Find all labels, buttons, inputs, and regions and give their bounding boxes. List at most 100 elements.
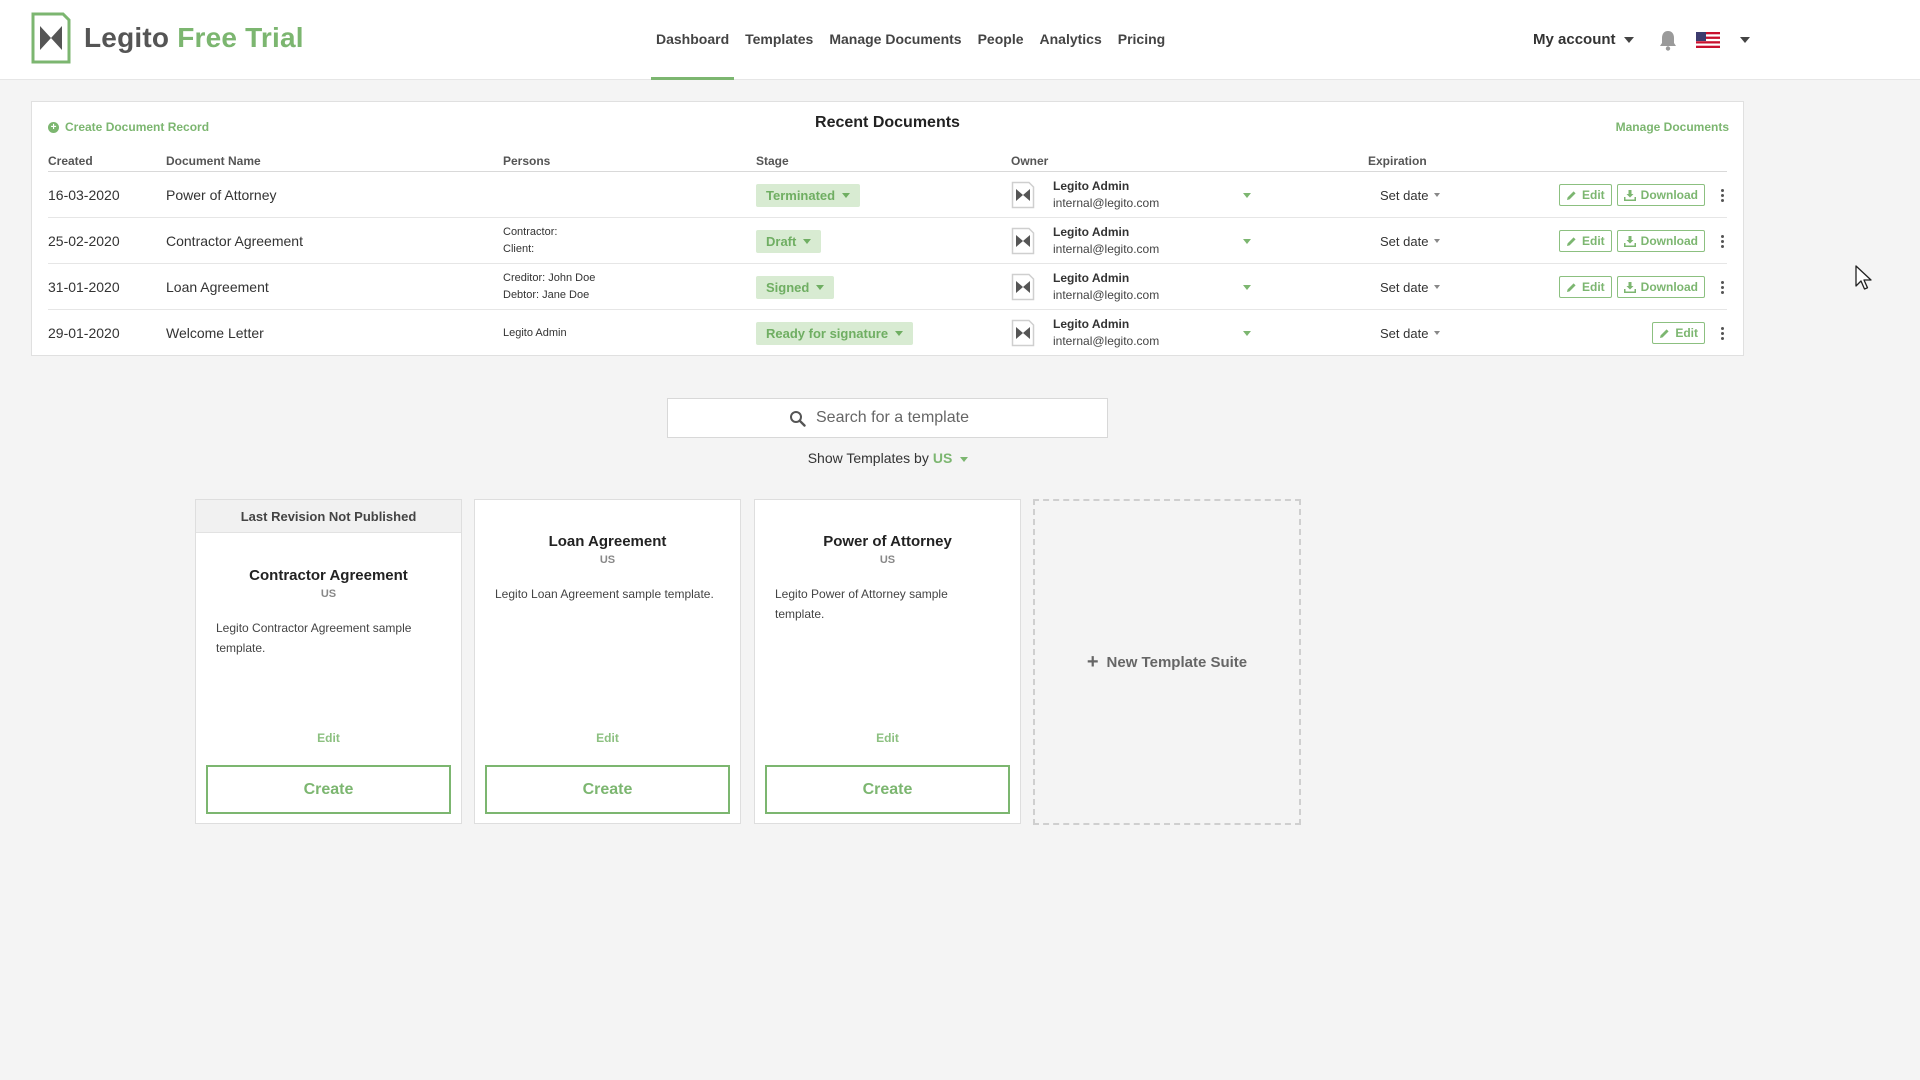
- us-flag-icon[interactable]: [1695, 32, 1720, 48]
- search-icon: [790, 410, 806, 427]
- created-date: 16-03-2020: [48, 187, 120, 203]
- chevron-down-icon: [1243, 192, 1251, 198]
- download-button[interactable]: Download: [1616, 276, 1705, 298]
- expiration-dropdown[interactable]: Set date: [1380, 264, 1441, 310]
- col-expiration[interactable]: Expiration: [1368, 154, 1427, 168]
- template-search-input[interactable]: [816, 409, 986, 427]
- edit-button[interactable]: Edit: [1559, 184, 1612, 206]
- table-row[interactable]: 31-01-2020 Loan Agreement Creditor: John…: [48, 264, 1727, 310]
- nav-manage-documents[interactable]: Manage Documents: [824, 0, 966, 80]
- template-edit-link[interactable]: Edit: [196, 731, 461, 745]
- edit-label: Edit: [1582, 188, 1605, 202]
- nav-analytics[interactable]: Analytics: [1035, 0, 1107, 80]
- nav-templates[interactable]: Templates: [740, 0, 818, 80]
- template-create-button[interactable]: Create: [485, 765, 730, 814]
- owner-dropdown[interactable]: [1235, 172, 1251, 218]
- document-name[interactable]: Loan Agreement: [166, 264, 269, 310]
- document-name[interactable]: Contractor Agreement: [166, 218, 303, 264]
- recent-documents-title: Recent Documents: [815, 114, 960, 131]
- owner-cell: Legito Admin internal@legito.com: [1011, 310, 1159, 356]
- nav-pricing[interactable]: Pricing: [1113, 0, 1170, 80]
- col-stage[interactable]: Stage: [756, 154, 789, 168]
- manage-documents-link[interactable]: Manage Documents: [1616, 120, 1729, 134]
- edit-button[interactable]: Edit: [1652, 322, 1705, 344]
- nav-dashboard[interactable]: Dashboard: [651, 0, 735, 80]
- more-options-icon[interactable]: [1717, 172, 1727, 218]
- template-create-button[interactable]: Create: [206, 765, 451, 814]
- pencil-icon: [1660, 328, 1669, 338]
- show-templates-by: Show Templates by US: [0, 450, 1776, 466]
- stage-cell: Signed: [756, 264, 835, 310]
- template-edit-link[interactable]: Edit: [475, 731, 740, 745]
- owner-dropdown[interactable]: [1235, 310, 1251, 356]
- edit-button[interactable]: Edit: [1559, 230, 1612, 252]
- chevron-down-icon: [842, 192, 851, 198]
- owner-name: Legito Admin: [1053, 225, 1130, 239]
- stage-dropdown[interactable]: Signed: [756, 275, 835, 299]
- owner-cell: Legito Admin internal@legito.com: [1011, 264, 1159, 310]
- template-description: Legito Loan Agreement sample template.: [495, 587, 714, 601]
- download-button[interactable]: Download: [1616, 230, 1705, 252]
- show-templates-label: Show Templates by: [807, 450, 929, 466]
- expiration-label: Set date: [1380, 187, 1429, 203]
- document-name[interactable]: Welcome Letter: [166, 310, 264, 356]
- new-template-suite-card[interactable]: + New Template Suite: [1033, 499, 1301, 825]
- owner-info: Legito Admin internal@legito.com: [1053, 178, 1159, 212]
- expiration-dropdown[interactable]: Set date: [1380, 218, 1441, 264]
- owner-email: internal@legito.com: [1053, 242, 1160, 256]
- row-actions: Edit Download: [1554, 264, 1705, 310]
- more-options-icon[interactable]: [1717, 264, 1727, 310]
- persons: Contractor: Client:: [503, 218, 557, 264]
- template-edit-link[interactable]: Edit: [755, 731, 1020, 745]
- chevron-down-icon: [1243, 284, 1251, 290]
- edit-button[interactable]: Edit: [1559, 276, 1612, 298]
- stage-dropdown[interactable]: Ready for signature: [756, 321, 914, 345]
- revision-banner: Last Revision Not Published: [196, 500, 461, 533]
- more-options-icon[interactable]: [1717, 310, 1727, 356]
- template-create-button[interactable]: Create: [765, 765, 1010, 814]
- created-date: 25-02-2020: [48, 233, 120, 249]
- col-document-name[interactable]: Document Name: [166, 154, 261, 168]
- legito-logo-icon: [1011, 227, 1035, 255]
- nav-people[interactable]: People: [973, 0, 1029, 80]
- col-persons[interactable]: Persons: [503, 154, 550, 168]
- table-row[interactable]: 29-01-2020 Welcome Letter Legito Admin R…: [48, 310, 1727, 356]
- owner-dropdown[interactable]: [1235, 218, 1251, 264]
- bell-icon[interactable]: [1658, 29, 1678, 51]
- expiration-dropdown[interactable]: Set date: [1380, 310, 1441, 356]
- my-account-dropdown[interactable]: My account: [1533, 31, 1634, 49]
- my-account-label: My account: [1533, 31, 1616, 48]
- stage-label: Terminated: [766, 187, 836, 203]
- region-dropdown[interactable]: US: [933, 450, 969, 466]
- download-button[interactable]: Download: [1616, 184, 1705, 206]
- table-row[interactable]: 25-02-2020 Contractor Agreement Contract…: [48, 218, 1727, 264]
- person-line: Client:: [503, 243, 535, 255]
- stage-dropdown[interactable]: Terminated: [756, 183, 861, 207]
- download-icon: [1623, 189, 1636, 201]
- owner-info: Legito Admin internal@legito.com: [1053, 270, 1159, 304]
- document-name[interactable]: Power of Attorney: [166, 172, 277, 218]
- chevron-down-icon: [1434, 285, 1441, 289]
- recent-documents-panel: + Create Document Record Recent Document…: [31, 101, 1744, 356]
- stage-cell: Ready for signature: [756, 310, 914, 356]
- owner-cell: Legito Admin internal@legito.com: [1011, 172, 1159, 218]
- col-created[interactable]: Created: [48, 154, 93, 168]
- stage-dropdown[interactable]: Draft: [756, 229, 822, 253]
- legito-logo-icon: [1011, 181, 1035, 209]
- language-chevron-icon[interactable]: [1739, 37, 1750, 43]
- owner-dropdown[interactable]: [1235, 264, 1251, 310]
- chevron-down-icon: [1434, 193, 1441, 197]
- brand[interactable]: Legito Free Trial: [30, 12, 304, 64]
- owner-name: Legito Admin: [1053, 271, 1130, 285]
- col-owner[interactable]: Owner: [1011, 154, 1048, 168]
- more-options-icon[interactable]: [1717, 218, 1727, 264]
- chevron-down-icon: [1243, 238, 1251, 244]
- expiration-label: Set date: [1380, 325, 1429, 341]
- chevron-down-icon: [816, 284, 825, 290]
- stage-cell: Draft: [756, 218, 822, 264]
- pencil-icon: [1567, 282, 1576, 292]
- expiration-dropdown[interactable]: Set date: [1380, 172, 1441, 218]
- chevron-down-icon: [1434, 239, 1441, 243]
- mouse-cursor-icon: [1855, 265, 1872, 290]
- table-row[interactable]: 16-03-2020 Power of Attorney Terminated …: [48, 172, 1727, 218]
